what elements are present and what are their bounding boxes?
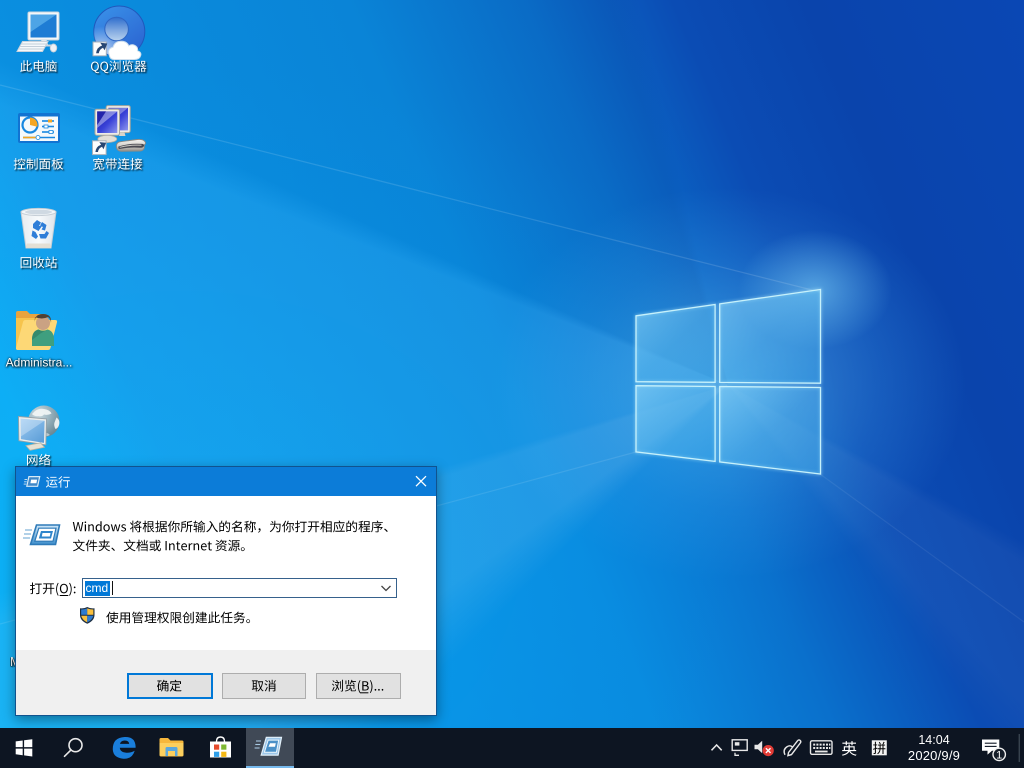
svg-text:1: 1 xyxy=(996,749,1002,761)
svg-text:Administra...: Administra... xyxy=(6,356,73,370)
